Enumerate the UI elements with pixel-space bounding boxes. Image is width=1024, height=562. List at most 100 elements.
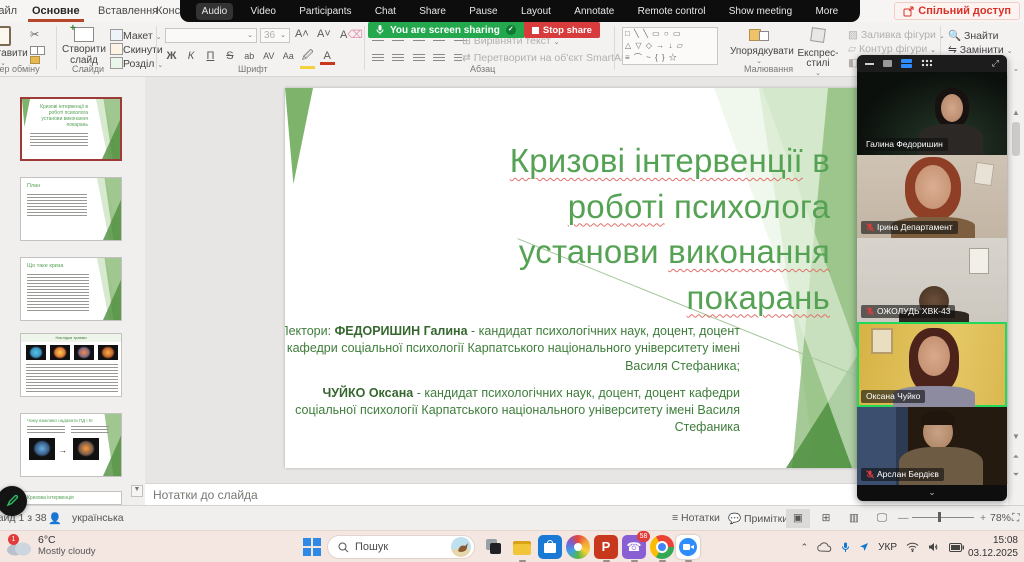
toolbar-remote-control[interactable]: Remote control (632, 3, 712, 20)
collapse-ribbon-icon[interactable]: ⌄ (1008, 64, 1024, 73)
toolbar-audio[interactable]: Audio (196, 3, 234, 20)
fit-to-window-icon[interactable]: ⛶ (1012, 512, 1019, 525)
change-case-button[interactable]: Aa (281, 51, 296, 61)
weather-widget[interactable]: 1 6°C Mostly cloudy (6, 534, 96, 558)
language-indicator[interactable]: українська (72, 512, 124, 524)
grid-view-icon[interactable] (921, 59, 932, 68)
viber-icon[interactable]: ☎ 58 (622, 535, 646, 559)
toolbar-annotate[interactable]: Annotate (568, 3, 620, 20)
photos-icon[interactable] (566, 535, 590, 559)
minimize-icon[interactable] (865, 63, 874, 65)
normal-view-button[interactable]: ▣ (786, 509, 810, 528)
char-spacing-button[interactable]: AV (261, 51, 276, 61)
location-in-use-icon[interactable] (859, 542, 869, 552)
shared-access-button[interactable]: Спільний доступ (894, 2, 1020, 20)
accessibility-icon[interactable]: 👤 (48, 512, 62, 525)
slideshow-button[interactable]: 🖵 (870, 509, 894, 528)
font-name-combo[interactable]: ⌄ (165, 28, 257, 43)
participant-tile[interactable]: ОЖОЛУДЬ ХВК-43 (857, 238, 1007, 322)
strikethrough-button[interactable]: S (222, 50, 237, 62)
italic-button[interactable]: К (183, 50, 198, 62)
smartart-button[interactable]: ⇄ Перетворити на об'єкт SmartArt ⌄ (462, 52, 636, 64)
speaker-view-icon[interactable] (883, 60, 892, 67)
scroll-down-icon[interactable]: ▼ (1008, 432, 1024, 441)
scroll-up-icon[interactable]: ▲ (1008, 108, 1024, 117)
bold-button[interactable]: Ж (164, 50, 179, 62)
format-painter-icon[interactable] (30, 56, 40, 64)
font-size-combo[interactable]: 36 ⌄ (260, 28, 290, 43)
onedrive-icon[interactable] (817, 542, 832, 553)
arrange-button[interactable]: Упорядкувати ⌄ (730, 28, 788, 65)
scrollbar-thumb[interactable] (1012, 122, 1020, 156)
toolbar-video[interactable]: Video (245, 3, 282, 20)
text-shadow-button[interactable]: ab (242, 51, 257, 61)
search-highlight-image[interactable] (451, 537, 471, 557)
participant-tile[interactable]: Галина Федоришин (857, 72, 1007, 155)
expand-panel-icon[interactable]: ⤢ (992, 58, 999, 69)
slide-sorter-button[interactable]: ⊞ (814, 509, 838, 528)
underline-button[interactable]: П (203, 50, 218, 62)
wifi-icon[interactable] (906, 542, 919, 552)
quick-styles-button[interactable]: Експрес-стилі ⌄ (792, 28, 844, 77)
toolbar-participants[interactable]: Participants (293, 3, 357, 20)
layout-button[interactable]: Макет ⌄ (110, 29, 162, 42)
tray-expand-icon[interactable]: ⌃ (801, 542, 809, 553)
task-view-button[interactable] (482, 535, 506, 559)
comments-toggle[interactable]: 💬 Примітки (728, 512, 788, 525)
toolbar-share[interactable]: Share (413, 3, 452, 20)
powerpoint-icon[interactable]: P (594, 535, 618, 559)
mic-in-use-icon[interactable] (841, 542, 850, 553)
find-button[interactable]: 🔍 Знайти (948, 29, 999, 42)
participant-tile[interactable]: Арслан Бердієв (857, 407, 1007, 485)
previous-slide-button[interactable]: ⏶ (1008, 452, 1024, 462)
toolbar-show-meeting[interactable]: Show meeting (723, 3, 798, 20)
zoom-level[interactable]: 78% (990, 512, 1011, 524)
panel-scroll-down-chevron[interactable]: ⌄ (857, 485, 1007, 501)
tab-file[interactable]: Файл (0, 0, 21, 22)
battery-icon[interactable] (949, 543, 964, 552)
clear-format-icon[interactable]: A⌫ (340, 28, 363, 41)
paste-button[interactable]: Вставити ⌄ (0, 26, 55, 67)
align-center-icon[interactable] (392, 54, 404, 63)
thumbnail-slide-4[interactable]: Наслідки травми (20, 333, 122, 397)
clock-widget[interactable]: 15:08 03.12.2025 (968, 534, 1018, 560)
toolbar-layout[interactable]: Layout (515, 3, 557, 20)
toolbar-more[interactable]: More (809, 3, 844, 20)
shrink-font-icon[interactable]: A˅ (317, 28, 331, 40)
zoom-in-button[interactable]: + (980, 512, 986, 524)
taskbar-search[interactable]: Пошук (327, 535, 475, 559)
participant-tile[interactable]: Ірина Департамент (857, 155, 1007, 238)
thumbnail-slide-5[interactable]: Чому важливо надавати ПД і КІ → (20, 413, 122, 477)
reset-button[interactable]: Скинути (110, 43, 163, 56)
highlight-button[interactable]: 🖉 (300, 47, 315, 69)
shape-fill-button[interactable]: ▨ Заливка фігури ⌄ (848, 29, 945, 41)
toolbar-chat[interactable]: Chat (369, 3, 402, 20)
align-left-icon[interactable] (372, 54, 384, 63)
tab-home[interactable]: Основне (28, 0, 84, 22)
thumbnail-slide-1[interactable]: Кризові інтервенції в роботі психолога у… (20, 97, 122, 161)
grow-font-icon[interactable]: A˄ (295, 28, 309, 40)
shapes-gallery[interactable]: □ ╲ ╲ ▭ ○ ▭ △ ▽ ◇ → ↓ ▱ ≡ ⌒ ~ { } ☆ (622, 27, 718, 65)
thumbnail-slide-2[interactable]: План (20, 177, 122, 241)
start-button[interactable] (300, 535, 324, 559)
microsoft-store-icon[interactable] (538, 535, 562, 559)
stop-share-button[interactable]: Stop share (524, 22, 600, 38)
toolbar-pause[interactable]: Pause (463, 3, 503, 20)
align-right-icon[interactable] (413, 54, 425, 63)
thumbnail-scroll-down[interactable]: ▼ (131, 485, 143, 497)
zoom-app-icon[interactable] (676, 535, 700, 559)
file-explorer-icon[interactable] (510, 535, 534, 559)
next-slide-button[interactable]: ⏷ (1008, 470, 1024, 480)
reading-view-button[interactable]: ▥ (842, 509, 866, 528)
zoom-slider-thumb[interactable] (938, 512, 941, 522)
chrome-icon[interactable] (650, 535, 674, 559)
security-shield-icon[interactable]: ✓ (506, 25, 516, 35)
zoom-out-button[interactable]: — (898, 512, 909, 524)
thumbnail-slide-6[interactable]: Кризова інтервенція (20, 491, 122, 505)
language-switcher[interactable]: УКР (878, 542, 897, 553)
font-color-button[interactable]: A (320, 50, 335, 65)
notes-toggle[interactable]: ≡ Нотатки (672, 512, 720, 524)
speaker-icon[interactable] (928, 542, 940, 552)
shape-outline-button[interactable]: ▱ Контур фігури ⌄ (848, 43, 936, 55)
columns-icon[interactable] (454, 54, 462, 63)
